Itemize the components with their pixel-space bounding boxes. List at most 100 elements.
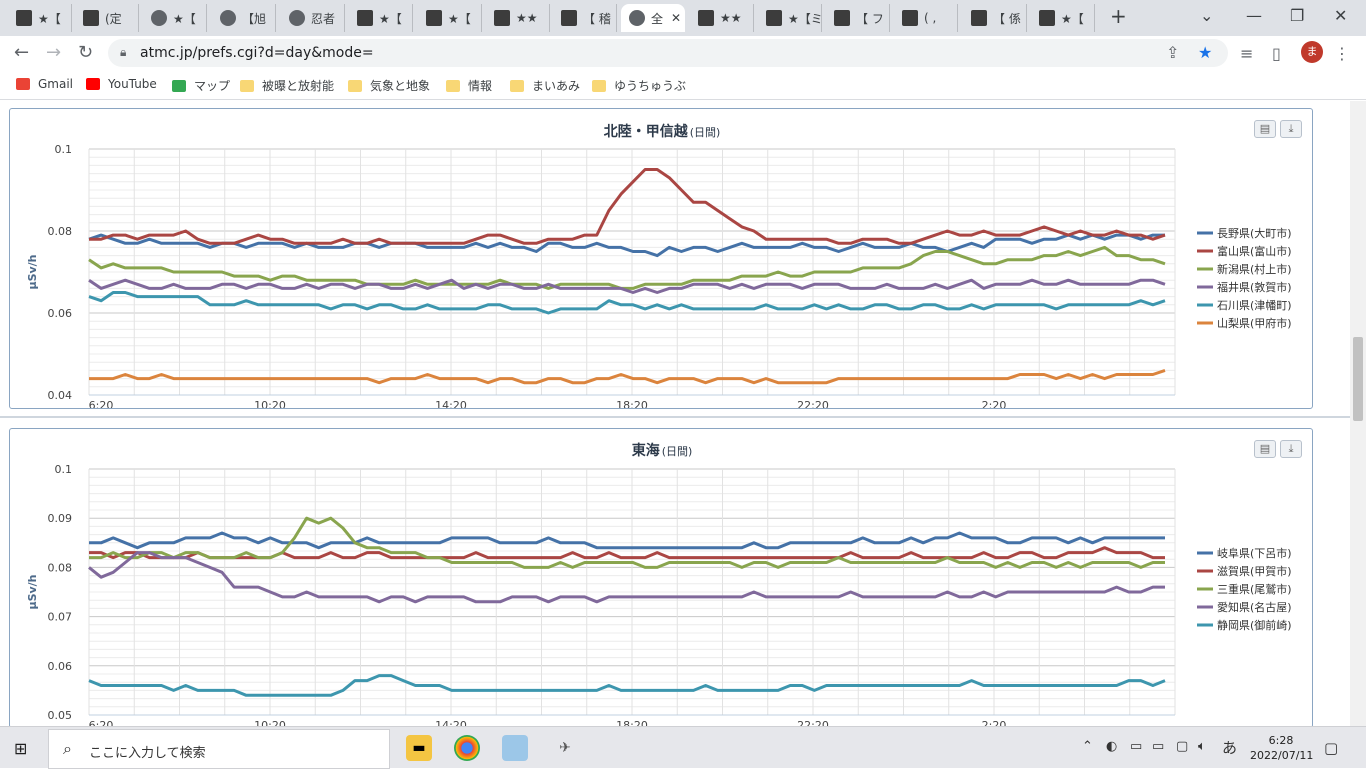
tab-7[interactable]: ★★ <box>486 4 550 32</box>
x-tick-label: 18:20 <box>616 719 648 726</box>
lock-icon[interactable]: 🔒︎ <box>120 45 126 60</box>
site-icon <box>1039 10 1055 26</box>
url-text[interactable]: atmc.jp/prefs.cgi?d=day&mode= <box>140 45 374 61</box>
gmail-icon <box>16 78 30 90</box>
bookmark-label: まいあみ <box>532 79 581 93</box>
bookmark-7[interactable]: ゆうちゅうぶ <box>592 77 686 94</box>
site-icon <box>561 10 577 26</box>
ime-indicator[interactable]: あ <box>1222 737 1237 758</box>
tab-15[interactable]: ★【 <box>1031 4 1095 32</box>
search-placeholder: ここに入力して検索 <box>89 746 206 761</box>
legend-item: 長野県(大町市) <box>1217 226 1292 240</box>
tab-4[interactable]: 忍者 <box>281 4 345 32</box>
x-tick-label: 10:20 <box>254 399 286 408</box>
tab-2[interactable]: ★【 <box>143 4 207 32</box>
tab-11[interactable]: ★【ミ <box>758 4 822 32</box>
restore-icon[interactable]: ❐ <box>1290 6 1304 25</box>
tab-5[interactable]: ★【 <box>349 4 413 32</box>
tab-1[interactable]: (定 <box>75 4 139 32</box>
tab-strip: ★【 (定 ★【 【旭 忍者 ★【 ★【 ★★ 【 稽全 ✕ ★★ ★【ミ【 フ( , 【 係 ★【 + … <box>0 0 1366 36</box>
file-explorer-icon[interactable]: ▬ <box>406 735 432 761</box>
globe-icon <box>629 10 645 26</box>
bookmarks-bar: Gmail YouTube マップ 被曝と放射能 気象と地象 情報 まいあみ ゆうちゅうぶ <box>0 70 1366 100</box>
bookmark-2[interactable]: マップ <box>172 77 230 94</box>
tray-icon[interactable]: ▢ <box>1176 739 1188 754</box>
tab-label: ★★ <box>516 11 538 25</box>
windows-start-icon[interactable]: ⊞ <box>14 739 27 758</box>
legend-item: 石川県(津幡町) <box>1217 298 1292 312</box>
tab-label: 【 フ <box>856 11 884 26</box>
bookmark-label: Gmail <box>38 77 74 91</box>
bookmark-star-icon[interactable]: ★ <box>1198 43 1212 62</box>
clock-date: 2022/07/11 <box>1250 749 1314 762</box>
bookmark-4[interactable]: 気象と地象 <box>348 77 430 94</box>
bookmark-1[interactable]: YouTube <box>86 77 157 91</box>
close-window-icon[interactable]: ✕ <box>1334 6 1347 25</box>
y-tick-label: 0.1 <box>55 143 73 156</box>
site-icon <box>902 10 918 26</box>
x-tick-label: 14:20 <box>435 399 467 408</box>
tab-label: ( , <box>924 11 937 25</box>
tab-label: 【 係 <box>993 11 1021 26</box>
x-tick-label: 14:20 <box>435 719 467 726</box>
tray-icon[interactable]: ◐ <box>1106 739 1117 754</box>
bookmark-6[interactable]: まいあみ <box>510 77 580 94</box>
new-tab-button[interactable]: + <box>1110 4 1127 28</box>
bookmark-3[interactable]: 被曝と放射能 <box>240 77 334 94</box>
tab-search-icon[interactable]: ⌄ <box>1200 6 1213 25</box>
profile-avatar[interactable]: ま <box>1301 41 1323 63</box>
legend-item: 静岡県(御前崎) <box>1217 618 1292 632</box>
share-icon[interactable]: ⇪ <box>1166 43 1179 62</box>
tab-label: ★【ミ <box>788 11 822 26</box>
app-icon[interactable]: ✈ <box>552 735 578 761</box>
tab-8[interactable]: 【 稽 <box>553 4 617 32</box>
close-tab-icon[interactable]: ✕ <box>671 11 681 25</box>
tab-12[interactable]: 【 フ <box>826 4 890 32</box>
chrome-icon[interactable] <box>454 735 480 761</box>
bookmark-0[interactable]: Gmail <box>16 77 73 91</box>
scrollbar-thumb[interactable] <box>1353 337 1363 421</box>
system-clock[interactable]: 6:28 2022/07/11 <box>1250 733 1314 763</box>
taskbar: ⊞ ⌕ ここに入力して検索 ▬ ✈ ⌃ ◐ ▭ ▭ ▢ 🔈︎ あ 6:28 20… <box>0 726 1366 769</box>
notification-icon[interactable]: ▢ <box>1324 739 1338 757</box>
scrollbar[interactable] <box>1350 101 1366 726</box>
site-icon <box>426 10 442 26</box>
x-tick-label: 2:20 <box>982 719 1007 726</box>
tab-14[interactable]: 【 係 <box>963 4 1027 32</box>
forward-icon[interactable]: → <box>46 42 61 63</box>
bookmark-label: 被曝と放射能 <box>262 79 335 93</box>
media-icon[interactable]: ≡ <box>1240 44 1253 63</box>
tab-6[interactable]: ★【 <box>418 4 482 32</box>
legend-item: 富山県(富山市) <box>1217 244 1292 258</box>
legend-item: 岐阜県(下呂市) <box>1217 546 1292 560</box>
back-icon[interactable]: ← <box>14 42 29 63</box>
app-icon[interactable] <box>502 735 528 761</box>
site-icon <box>16 10 32 26</box>
address-bar[interactable]: 🔒︎ atmc.jp/prefs.cgi?d=day&mode= ⇪ ★ <box>108 39 1228 67</box>
folder-icon <box>446 79 460 92</box>
legend-item: 三重県(尾鷲市) <box>1217 582 1292 596</box>
bookmark-label: ゆうちゅうぶ <box>614 79 687 93</box>
menu-icon[interactable]: ⋮ <box>1334 44 1350 63</box>
tab-13[interactable]: ( , <box>894 4 958 32</box>
tab-0[interactable]: ★【 <box>8 4 72 32</box>
reload-icon[interactable]: ↻ <box>78 42 93 63</box>
site-icon <box>698 10 714 26</box>
bookmark-5[interactable]: 情報 <box>446 77 492 94</box>
divider <box>0 416 1350 418</box>
series-line-3 <box>88 278 1166 294</box>
tab-10[interactable]: ★★ <box>690 4 754 32</box>
network-icon[interactable]: ▭ <box>1152 739 1164 754</box>
chevron-up-icon[interactable]: ⌃ <box>1082 739 1093 754</box>
side-panel-icon[interactable]: ▯ <box>1272 44 1281 63</box>
tray-icon[interactable]: ▭ <box>1130 739 1142 754</box>
minimize-icon[interactable]: — <box>1246 6 1262 25</box>
x-tick-label: 22:20 <box>797 399 829 408</box>
y-tick-label: 0.07 <box>48 611 73 624</box>
tab-9[interactable]: 全 ✕ <box>621 4 685 32</box>
tab-label: (定 <box>105 11 122 26</box>
volume-icon[interactable]: 🔈︎ <box>1198 739 1206 754</box>
site-icon <box>766 10 782 26</box>
tab-3[interactable]: 【旭 <box>212 4 276 32</box>
taskbar-search[interactable]: ⌕ ここに入力して検索 <box>48 729 390 769</box>
